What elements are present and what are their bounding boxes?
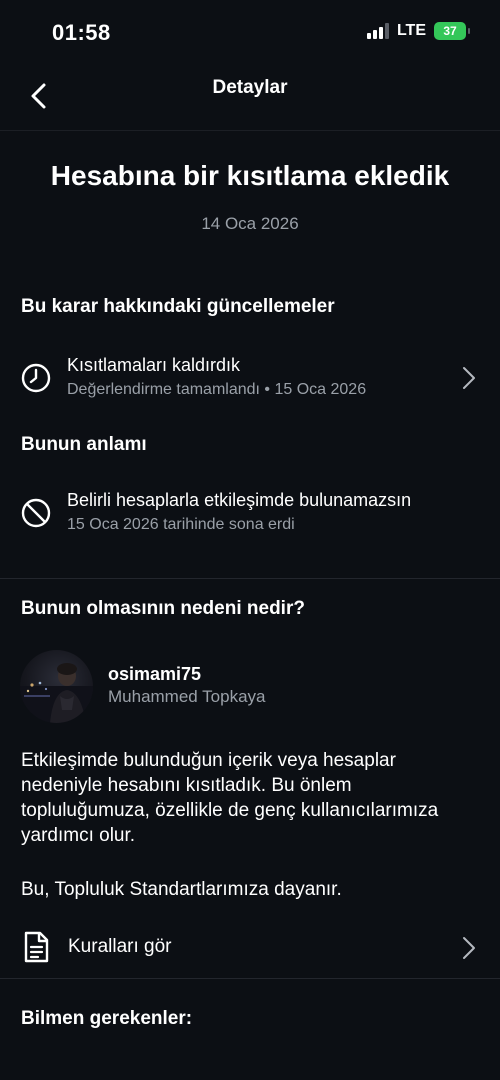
battery-level: 37 bbox=[443, 24, 457, 38]
meaning-section-title: Bunun anlamı bbox=[21, 434, 147, 455]
updates-section-title: Bu karar hakkındaki güncellemeler bbox=[21, 296, 335, 317]
meaning-primary: Belirli hesaplarla etkileşimde bulunamaz… bbox=[67, 490, 412, 510]
restriction-date: 14 Oca 2026 bbox=[201, 214, 299, 233]
status-bar: 01:58 LTE 37 bbox=[0, 0, 500, 64]
rules-link-row[interactable]: Kuralları gör bbox=[0, 922, 500, 972]
reason-paragraph: Etkileşimde bulunduğun içerik veya hesap… bbox=[21, 750, 439, 846]
clock-icon bbox=[21, 363, 51, 393]
network-label: LTE bbox=[396, 22, 426, 39]
divider bbox=[0, 978, 500, 979]
battery-icon: 37 bbox=[434, 22, 470, 40]
update-row[interactable]: Kısıtlamaları kaldırdık Değerlendirme ta… bbox=[0, 354, 500, 406]
chevron-right-icon bbox=[463, 937, 475, 959]
rules-link-label: Kuralları gör bbox=[68, 936, 172, 957]
avatar[interactable] bbox=[20, 650, 93, 723]
restriction-headline: Hesabına bir kısıtlama ekledik bbox=[50, 160, 450, 191]
standards-paragraph: Bu, Topluluk Standartlarımıza dayanır. bbox=[21, 879, 342, 900]
divider bbox=[0, 578, 500, 579]
update-secondary: Değerlendirme tamamlandı • 15 Oca 2026 bbox=[67, 381, 367, 398]
status-indicators: LTE 37 bbox=[366, 22, 470, 40]
account-username: osimami75 bbox=[108, 664, 202, 684]
meaning-secondary: 15 Oca 2026 tarihinde sona erdi bbox=[67, 516, 295, 533]
avatar-image bbox=[20, 663, 93, 723]
account-full-name: Muhammed Topkaya bbox=[108, 687, 266, 706]
meaning-row: Belirli hesaplarla etkileşimde bulunamaz… bbox=[0, 488, 500, 540]
chevron-right-icon bbox=[463, 367, 475, 389]
page-title: Detaylar bbox=[212, 77, 288, 98]
reason-section-title: Bunun olmasının nedeni nedir? bbox=[21, 598, 305, 619]
document-icon bbox=[24, 931, 49, 963]
know-section-title: Bilmen gerekenler: bbox=[21, 1008, 193, 1029]
status-time: 01:58 bbox=[52, 20, 111, 45]
update-primary: Kısıtlamaları kaldırdık bbox=[67, 355, 241, 375]
signal-icon bbox=[366, 23, 389, 39]
nav-header: Detaylar bbox=[0, 64, 500, 131]
block-icon bbox=[21, 498, 51, 528]
